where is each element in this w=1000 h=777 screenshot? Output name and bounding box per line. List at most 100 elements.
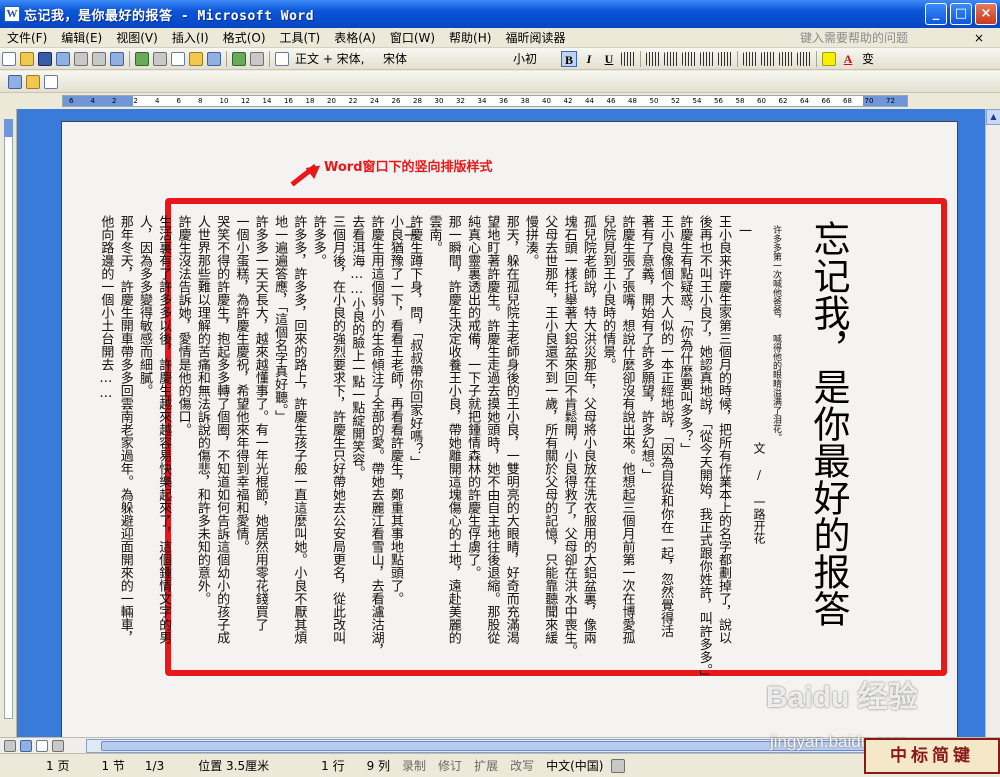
status-language[interactable]: 中文(中国) bbox=[540, 757, 609, 774]
ruler-number: 4 bbox=[90, 97, 95, 105]
status-record[interactable]: 录制 bbox=[396, 757, 432, 774]
menu-view[interactable]: 视图(V) bbox=[109, 29, 165, 46]
text-column: 那一瞬間，許慶生決定收養王小良，帶她離開這塊傷心的土地，遠赴美麗的 bbox=[445, 215, 461, 644]
text-column: 後再也不叫王小良了，她認真地說，「從今天開始，我正式跟你姓許，叫許多多。」 bbox=[696, 215, 712, 683]
tables-icon[interactable] bbox=[250, 51, 264, 66]
text-column: 許慶生張了張嘴，想說什麼卻沒有說出來。他想起三個月前第一次在博愛孤 bbox=[619, 215, 635, 644]
cut-icon[interactable] bbox=[153, 51, 167, 66]
vertical-ruler-margin bbox=[4, 119, 13, 137]
status-track-changes[interactable]: 修订 bbox=[432, 757, 468, 774]
toolbar-icon-b[interactable] bbox=[26, 74, 40, 89]
new-document-icon[interactable] bbox=[2, 51, 16, 66]
ruler-number: 36 bbox=[499, 97, 508, 105]
toolbar-separator bbox=[737, 50, 738, 67]
text-column: 許慶生沒法告訴她，愛情是他的傷口。 bbox=[175, 215, 191, 436]
ruler-number: 18 bbox=[305, 97, 315, 105]
text-column: 純真心靈裏透出的戒備，一下子就把鍾情森林的許慶生俘虜了。 bbox=[465, 215, 481, 579]
justify-icon[interactable] bbox=[700, 51, 714, 66]
ruler-number: 32 bbox=[456, 97, 465, 105]
highlight-icon[interactable] bbox=[822, 51, 836, 66]
print-preview-icon[interactable] bbox=[110, 51, 124, 66]
menu-foxit-reader[interactable]: 福昕阅读器 bbox=[498, 29, 572, 46]
print-layout-view-icon[interactable] bbox=[36, 740, 48, 752]
ruler-number: 34 bbox=[477, 97, 487, 105]
outline-view-icon[interactable] bbox=[52, 740, 64, 752]
ruler-number: 54 bbox=[692, 97, 702, 105]
increase-indent-icon[interactable] bbox=[797, 51, 811, 66]
paste-icon[interactable] bbox=[189, 51, 203, 66]
char-border-icon[interactable] bbox=[621, 51, 635, 66]
status-extend[interactable]: 扩展 bbox=[468, 757, 504, 774]
copy-icon[interactable] bbox=[171, 51, 185, 66]
align-center-icon[interactable] bbox=[664, 51, 678, 66]
menu-window[interactable]: 窗口(W) bbox=[383, 29, 442, 46]
phonetic-guide-button[interactable]: 变 bbox=[860, 51, 876, 67]
distribute-icon[interactable] bbox=[718, 51, 732, 66]
save-icon[interactable] bbox=[38, 51, 52, 66]
bold-button[interactable]: B bbox=[561, 50, 577, 67]
menu-format[interactable]: 格式(O) bbox=[216, 29, 273, 46]
toolbar-icon-c[interactable] bbox=[44, 74, 58, 89]
help-search-input[interactable]: 键入需要帮助的问题 bbox=[796, 30, 956, 46]
text-column: 人世界那些難以理解的苦痛和無法訴說的傷悲，和許多未知的意外。 bbox=[194, 215, 210, 605]
text-column: 望地盯著許慶生。許慶生走過去摸她頭時，她不由自主地往後退縮。那股從 bbox=[484, 215, 500, 644]
text-column: 許慶生有點疑惑，「你為什麼要叫多多？」 bbox=[677, 215, 693, 456]
toolbar-separator bbox=[269, 50, 270, 67]
document-page[interactable]: Word窗口下的竖向排版样式 忘记我，是你最好的报答 许多多第一次喊他爸爸， 喊… bbox=[61, 121, 958, 737]
ruler-number: 70 bbox=[864, 97, 874, 105]
underline-button[interactable]: U bbox=[601, 51, 617, 67]
open-folder-icon[interactable] bbox=[20, 51, 34, 66]
menu-edit[interactable]: 编辑(E) bbox=[54, 29, 109, 46]
text-column: 兒院見到王小良時的情景。 bbox=[600, 215, 616, 371]
print-icon[interactable] bbox=[92, 51, 106, 66]
word-app-icon[interactable]: W bbox=[4, 6, 20, 22]
ruler-number: 42 bbox=[563, 97, 573, 105]
font-dropdown[interactable]: 宋体 bbox=[379, 50, 509, 67]
web-view-icon[interactable] bbox=[20, 740, 32, 752]
text-column: 那天，躲在孤兒院主老師身後的王小良，一雙明亮的大眼睛，好奇而充滿渴 bbox=[503, 215, 519, 644]
document-close-button[interactable]: × bbox=[970, 30, 988, 46]
vertical-scrollbar[interactable]: ▲ bbox=[985, 109, 1000, 737]
menu-file[interactable]: 文件(F) bbox=[0, 29, 54, 46]
spelling-status-icon[interactable] bbox=[611, 758, 626, 773]
minimize-button[interactable]: _ bbox=[925, 3, 947, 25]
style-pane-icon[interactable] bbox=[275, 51, 289, 66]
italic-button[interactable]: I bbox=[581, 51, 597, 67]
maximize-button[interactable]: □ bbox=[950, 3, 972, 25]
document-title: 忘记我，是你最好的报答 bbox=[807, 220, 850, 627]
numbering-icon[interactable] bbox=[743, 51, 757, 66]
spelling-icon[interactable] bbox=[135, 51, 149, 66]
decrease-indent-icon[interactable] bbox=[779, 51, 793, 66]
close-button[interactable]: × bbox=[975, 3, 997, 25]
menu-help[interactable]: 帮助(H) bbox=[442, 29, 498, 46]
scroll-up-icon[interactable]: ▲ bbox=[986, 109, 1000, 125]
font-size-dropdown[interactable]: 小初 bbox=[509, 50, 559, 67]
menu-insert[interactable]: 插入(I) bbox=[165, 29, 216, 46]
align-right-icon[interactable] bbox=[682, 51, 696, 66]
bullets-icon[interactable] bbox=[761, 51, 775, 66]
text-column: 父母去世那年，王小良還不到一歲，所有關於父母的記憶，只能靠聽聞來緩 bbox=[542, 215, 558, 644]
ruler-number: 8 bbox=[198, 97, 203, 105]
ruler-number: 52 bbox=[671, 97, 680, 105]
ruler-number: 16 bbox=[284, 97, 293, 105]
text-column: 孤兒院老師說，特大洪災那年，父母將小良放在洗衣服用的大鋁盆裏，像兩 bbox=[580, 215, 596, 644]
horizontal-ruler[interactable]: 6 4 2 2 4 6 8 10 12 14 16 18 20 22 24 26 28 30 32 34 36 38 40 4… bbox=[0, 94, 1000, 109]
email-icon[interactable] bbox=[74, 51, 88, 66]
align-left-icon[interactable] bbox=[646, 51, 660, 66]
ruler-number: 22 bbox=[348, 97, 358, 105]
undo-icon[interactable] bbox=[207, 51, 221, 66]
hyperlink-icon[interactable] bbox=[232, 51, 246, 66]
toolbar-icon-a[interactable] bbox=[8, 74, 22, 89]
menu-tools[interactable]: 工具(T) bbox=[273, 29, 328, 46]
style-dropdown[interactable]: 正文 + 宋体, bbox=[291, 50, 379, 67]
ruler-number: 2 bbox=[133, 97, 138, 105]
stamp-watermark: 中标简键 bbox=[864, 738, 1000, 774]
menu-table[interactable]: 表格(A) bbox=[327, 29, 383, 46]
text-column: 地一遍遍答應，「這個名字真好聽。」 bbox=[272, 215, 288, 423]
vertical-ruler[interactable] bbox=[0, 109, 17, 737]
font-color-button[interactable]: A bbox=[840, 51, 856, 67]
ruler-number: 6 bbox=[69, 97, 74, 105]
normal-view-icon[interactable] bbox=[4, 740, 16, 752]
permission-icon[interactable] bbox=[56, 51, 70, 66]
status-overtype[interactable]: 改写 bbox=[504, 757, 540, 774]
